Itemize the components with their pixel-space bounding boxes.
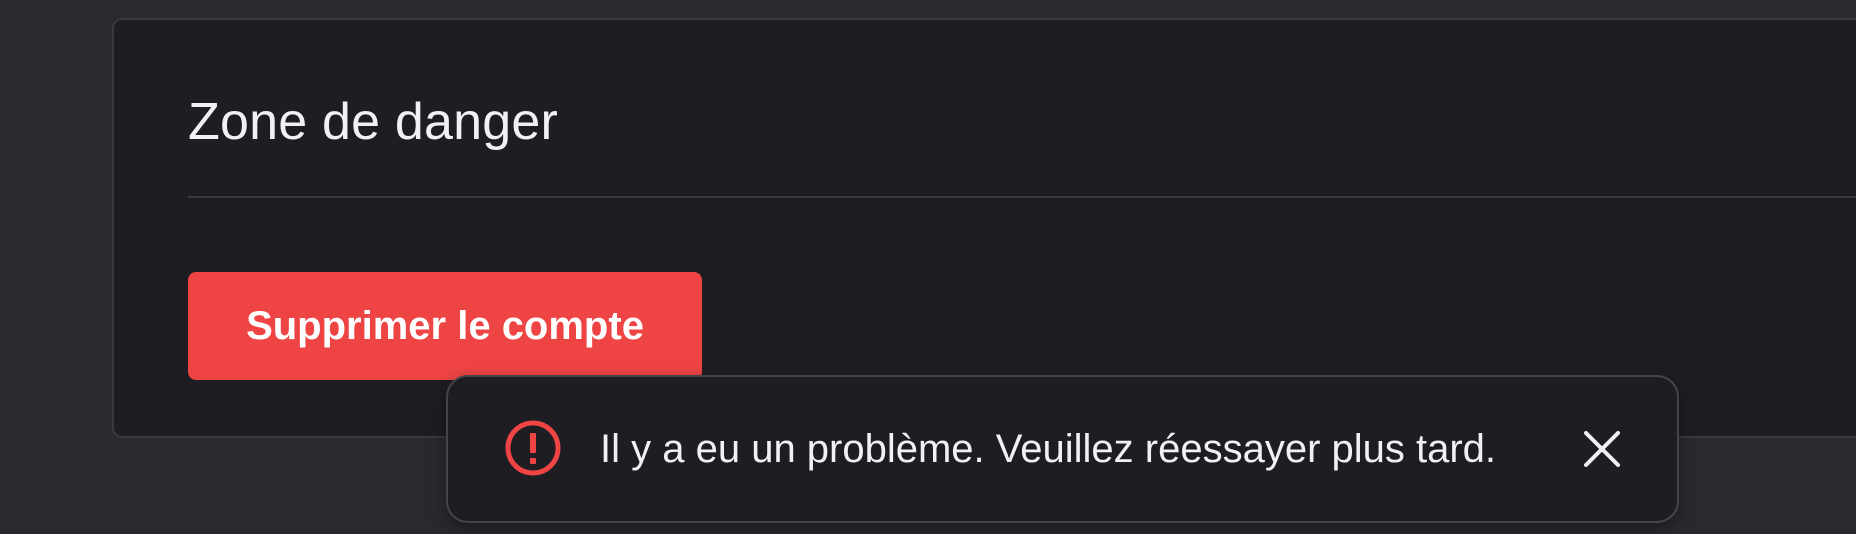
close-toast-button[interactable] [1580,427,1624,471]
alert-circle-icon [504,419,562,477]
delete-account-button[interactable]: Supprimer le compte [188,272,702,380]
error-toast: Il y a eu un problème. Veuillez réessaye… [446,375,1679,523]
divider [188,196,1856,198]
toast-message: Il y a eu un problème. Veuillez réessaye… [600,427,1497,471]
danger-zone-title: Zone de danger [188,93,558,151]
close-icon [1580,431,1624,474]
